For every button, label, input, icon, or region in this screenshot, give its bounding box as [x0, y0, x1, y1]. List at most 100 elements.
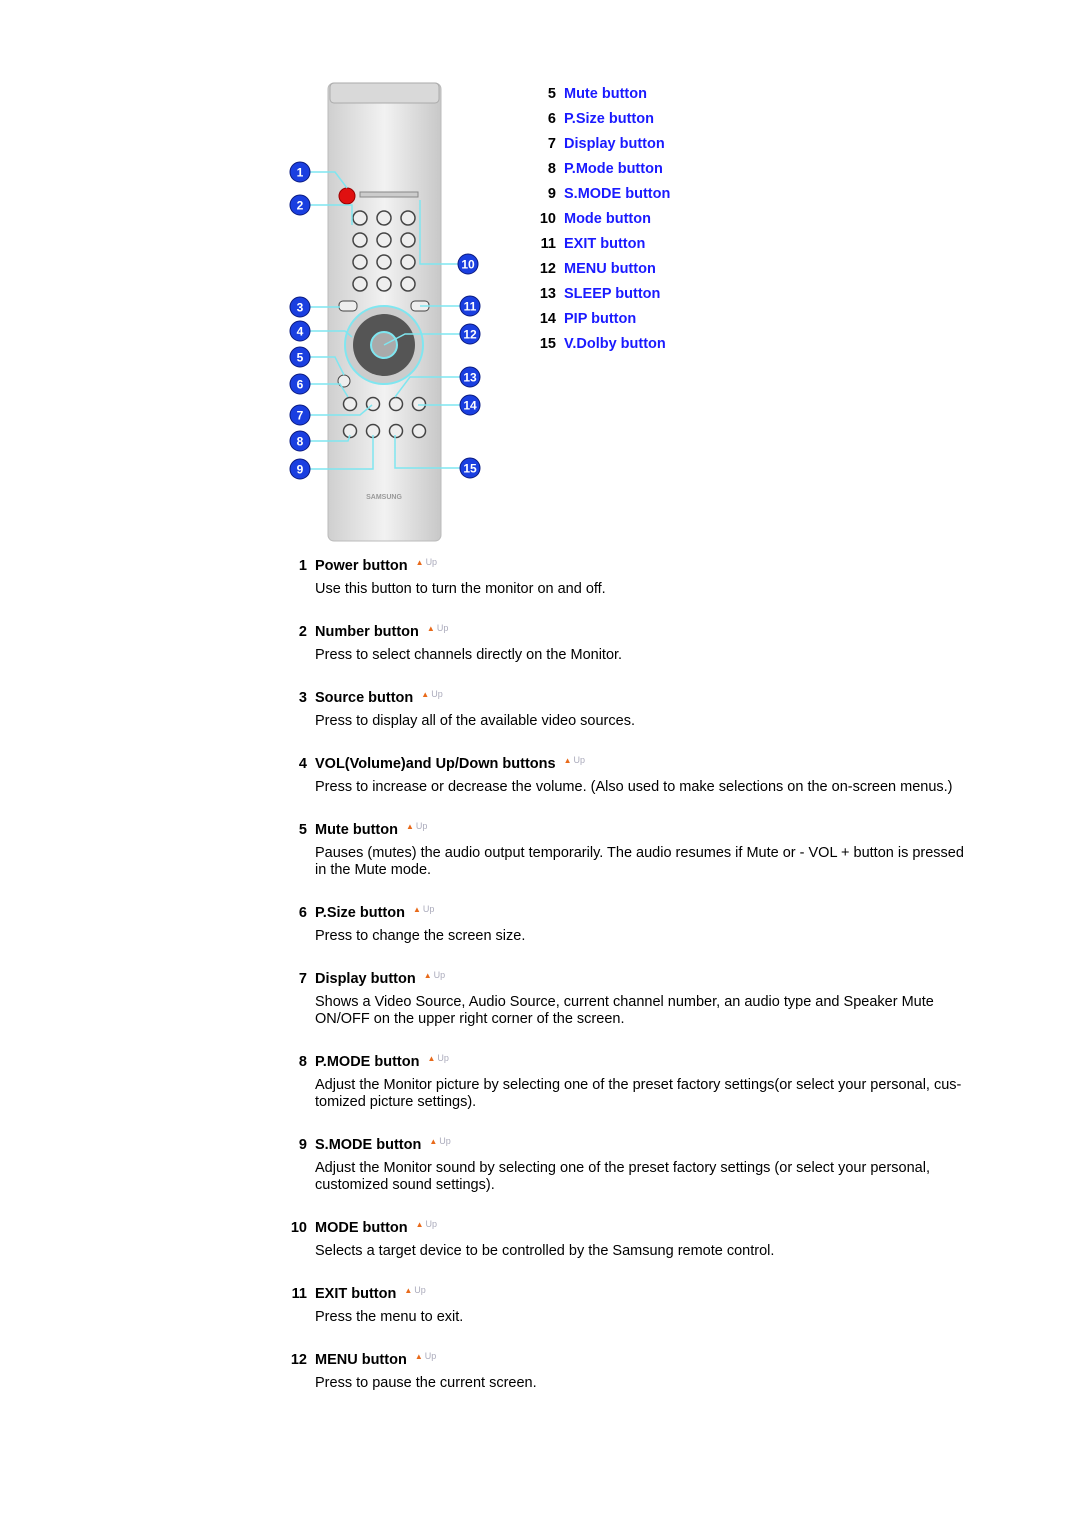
callout-2: 2	[289, 194, 311, 216]
callout-8: 8	[289, 430, 311, 452]
up-link[interactable]: ▲ Up	[415, 1346, 436, 1367]
section-number: 6	[298, 905, 307, 921]
button-section: 2 Number button ▲ Up Press to select channel…	[280, 622, 970, 664]
up-arrow-icon: ▲	[412, 905, 421, 914]
section-number: 12	[290, 1352, 307, 1368]
section-description: Press the menu to exit.	[315, 1309, 464, 1325]
button-section: 7 Display button ▲ Up Shows a Video Source, …	[280, 969, 970, 1028]
button-section: 3 Source button ▲ Up Press to display all of…	[280, 688, 970, 730]
toc-number: 9	[547, 186, 556, 202]
up-label: Up	[573, 755, 586, 765]
up-label: Up	[414, 1285, 426, 1295]
section-number: 3	[298, 690, 307, 706]
svg-text:2: 2	[297, 199, 304, 213]
button-section: 11 EXIT button ▲ Up Press the menu to exit.	[280, 1284, 970, 1326]
toc-link[interactable]: SLEEP button	[564, 285, 660, 310]
remote-control-image: SAMSUNG 123456789101112131415	[289, 82, 481, 542]
keypad-key	[400, 254, 416, 270]
toc-link[interactable]: EXIT button	[564, 235, 645, 260]
section-number: 1	[298, 558, 307, 574]
up-link[interactable]: ▲ Up	[427, 1048, 448, 1069]
button-descriptions: 1 Power button ▲ Up Use this button to turn …	[280, 556, 970, 1416]
up-link[interactable]: ▲ Up	[427, 618, 448, 639]
up-link[interactable]: ▲ Up	[416, 552, 437, 573]
section-number: 4	[298, 756, 307, 772]
svg-text:7: 7	[297, 409, 304, 423]
svg-text:8: 8	[297, 435, 304, 449]
toc-link[interactable]: Mode button	[564, 210, 651, 235]
keypad-key	[400, 276, 416, 292]
toc-link[interactable]: PIP button	[564, 310, 636, 335]
up-label: Up	[437, 1053, 449, 1063]
button-section: 4 VOL(Volume)and Up/Down buttons ▲ Up Press …	[280, 754, 970, 796]
toc-link[interactable]: MENU button	[564, 260, 656, 285]
toc-number: 14	[539, 311, 556, 327]
up-label: Up	[424, 1351, 437, 1361]
section-title: S.MODE button	[315, 1137, 422, 1153]
up-link[interactable]: ▲ Up	[413, 899, 434, 920]
section-description: Press to display all of the available vi…	[315, 713, 635, 729]
section-number: 5	[298, 822, 307, 838]
up-link[interactable]: ▲ Up	[416, 1214, 437, 1235]
section-description: Use this button to turn the monitor on a…	[315, 581, 606, 597]
callout-6: 6	[289, 373, 311, 395]
up-link[interactable]: ▲ Up	[406, 816, 427, 837]
section-number: 8	[298, 1054, 307, 1070]
up-arrow-icon: ▲	[405, 822, 414, 831]
up-arrow-icon: ▲	[427, 1054, 436, 1063]
keypad-key	[376, 254, 392, 270]
keypad-key	[376, 210, 392, 226]
up-arrow-icon: ▲	[415, 558, 424, 567]
up-link[interactable]: ▲ Up	[404, 1280, 425, 1301]
svg-text:12: 12	[463, 328, 477, 342]
button-section: 8 P.MODE button ▲ Up Adjust the Monitor pict…	[280, 1052, 970, 1111]
up-link[interactable]: ▲ Up	[564, 750, 585, 771]
callout-3: 3	[289, 296, 311, 318]
toc-number: 8	[547, 161, 556, 177]
keypad-key	[400, 210, 416, 226]
toc-number: 7	[547, 136, 556, 152]
up-arrow-icon: ▲	[563, 756, 572, 765]
section-number: 7	[298, 971, 307, 987]
up-link[interactable]: ▲ Up	[421, 684, 442, 705]
button-section: 9 S.MODE button ▲ Up Adjust the Monitor soun…	[280, 1135, 970, 1194]
keypad-key	[352, 254, 368, 270]
section-description: Press to pause the current screen.	[315, 1375, 537, 1391]
toc-link[interactable]: P.Mode button	[564, 160, 663, 185]
keypad-key	[352, 232, 368, 248]
toc-item: 12 MENU button	[530, 260, 670, 285]
button-section: 6 P.Size button ▲ Up Press to change the scr…	[280, 903, 970, 945]
keypad-key	[376, 276, 392, 292]
button-index: 5 Mute button 6 P.Size button 7 Display butto…	[530, 85, 670, 360]
up-arrow-icon: ▲	[423, 971, 432, 980]
keypad-key	[352, 210, 368, 226]
section-title: P.Size button	[315, 905, 405, 921]
section-description: Shows a Video Source, Audio Source, curr…	[315, 994, 934, 1027]
toc-link[interactable]: Mute button	[564, 85, 647, 110]
toc-item: 11 EXIT button	[530, 235, 670, 260]
toc-number: 11	[540, 236, 556, 252]
up-label: Up	[425, 557, 438, 567]
toc-link[interactable]: V.Dolby button	[564, 335, 666, 360]
callout-1: 1	[289, 161, 311, 183]
section-title: VOL(Volume)and Up/Down buttons	[315, 756, 556, 772]
callout-13: 13	[459, 366, 481, 388]
toc-number: 13	[539, 286, 556, 302]
section-title: MODE button	[315, 1220, 408, 1236]
svg-text:9: 9	[297, 463, 304, 477]
callout-9: 9	[289, 458, 311, 480]
up-link[interactable]: ▲ Up	[429, 1131, 450, 1152]
button-section: 1 Power button ▲ Up Use this button to turn …	[280, 556, 970, 598]
toc-number: 10	[539, 211, 556, 227]
section-title: Number button	[315, 624, 419, 640]
toc-link[interactable]: S.MODE button	[564, 185, 670, 210]
up-arrow-icon: ▲	[404, 1286, 413, 1295]
section-number: 9	[298, 1137, 307, 1153]
toc-link[interactable]: Display button	[564, 135, 665, 160]
callout-7: 7	[289, 404, 311, 426]
toc-item: 8 P.Mode button	[530, 160, 670, 185]
section-number: 10	[290, 1220, 307, 1236]
up-link[interactable]: ▲ Up	[424, 965, 445, 986]
section-title: MENU button	[315, 1352, 407, 1368]
toc-link[interactable]: P.Size button	[564, 110, 654, 135]
